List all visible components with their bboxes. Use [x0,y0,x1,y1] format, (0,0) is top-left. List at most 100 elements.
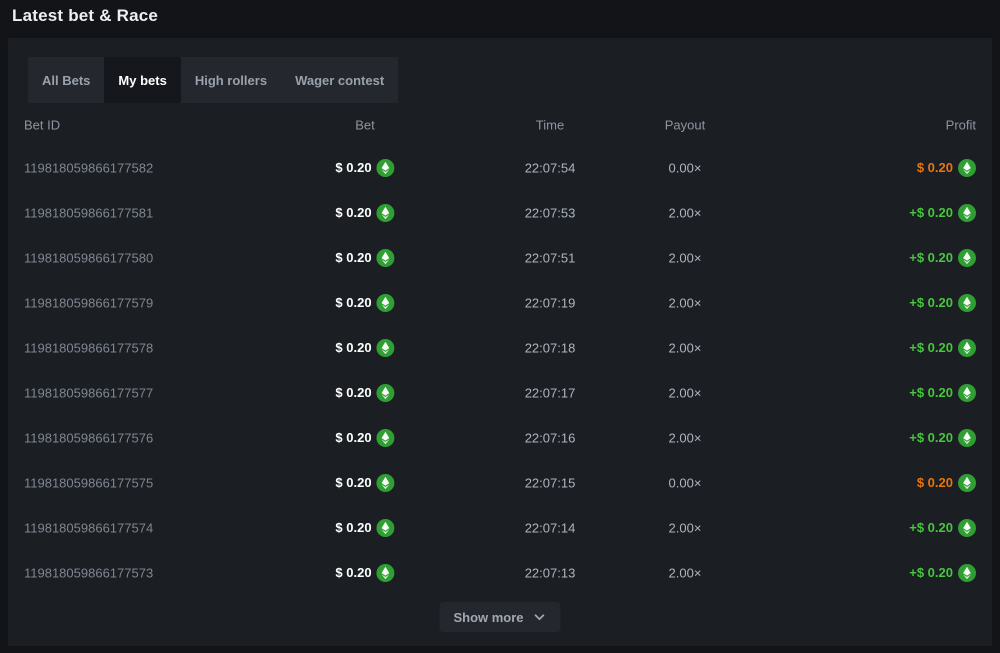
bet-time: 22:07:51 [525,250,576,265]
bet-amount-value: $ 0.20 [335,295,371,310]
table-row[interactable]: 119818059866177578 $ 0.20 22:07:18 2.00×… [24,325,976,370]
page-title: Latest bet & Race [12,6,158,26]
profit-value: +$ 0.20 [909,430,953,445]
eth-coin-icon [377,474,395,492]
eth-coin-icon [958,384,976,402]
bet-payout: 2.00× [669,565,702,580]
eth-coin-icon [377,564,395,582]
bet-profit-cell: +$ 0.20 [909,339,976,357]
bets-table: 119818059866177582 $ 0.20 22:07:54 0.00×… [24,145,976,595]
profit-value: +$ 0.20 [909,565,953,580]
bet-profit-cell: +$ 0.20 [909,564,976,582]
eth-coin-icon [377,204,395,222]
bet-payout: 0.00× [669,160,702,175]
bet-id-link[interactable]: 119818059866177575 [24,475,153,490]
bet-amount-cell: $ 0.20 [335,564,394,582]
eth-coin-icon [958,519,976,537]
eth-coin-icon [958,294,976,312]
bet-id-link[interactable]: 119818059866177579 [24,295,153,310]
tab-label: All Bets [42,73,90,88]
eth-coin-icon [958,474,976,492]
bet-payout: 2.00× [669,385,702,400]
eth-coin-icon [958,249,976,267]
show-more-button[interactable]: Show more [439,602,560,632]
bet-time: 22:07:13 [525,565,576,580]
bet-id-link[interactable]: 119818059866177581 [24,205,153,220]
tab-high-rollers[interactable]: High rollers [181,57,281,103]
profit-value: $ 0.20 [917,475,953,490]
bet-payout: 2.00× [669,205,702,220]
table-row[interactable]: 119818059866177581 $ 0.20 22:07:53 2.00×… [24,190,976,235]
bet-payout: 0.00× [669,475,702,490]
bet-id-link[interactable]: 119818059866177578 [24,340,153,355]
latest-bet-race-screen: { "title": "Latest bet & Race", "tabs": … [0,0,1000,653]
bet-amount-value: $ 0.20 [335,520,371,535]
header-profit: Profit [946,118,976,133]
eth-coin-icon [377,519,395,537]
bet-amount-cell: $ 0.20 [335,429,394,447]
profit-value: +$ 0.20 [909,385,953,400]
profit-value: +$ 0.20 [909,520,953,535]
bet-profit-cell: $ 0.20 [917,474,976,492]
bet-time: 22:07:53 [525,205,576,220]
profit-value: +$ 0.20 [909,205,953,220]
bet-amount-value: $ 0.20 [335,205,371,220]
tab-label: Wager contest [295,73,384,88]
tab-all-bets[interactable]: All Bets [28,57,104,103]
bet-time: 22:07:14 [525,520,576,535]
bet-time: 22:07:15 [525,475,576,490]
bet-profit-cell: +$ 0.20 [909,429,976,447]
bet-amount-cell: $ 0.20 [335,519,394,537]
table-row[interactable]: 119818059866177579 $ 0.20 22:07:19 2.00×… [24,280,976,325]
table-row[interactable]: 119818059866177575 $ 0.20 22:07:15 0.00×… [24,460,976,505]
table-row[interactable]: 119818059866177576 $ 0.20 22:07:16 2.00×… [24,415,976,460]
bet-id-link[interactable]: 119818059866177574 [24,520,153,535]
bet-amount-cell: $ 0.20 [335,204,394,222]
bet-id-link[interactable]: 119818059866177582 [24,160,153,175]
bet-payout: 2.00× [669,520,702,535]
eth-coin-icon [958,339,976,357]
bet-amount-cell: $ 0.20 [335,474,394,492]
bet-id-link[interactable]: 119818059866177573 [24,565,153,580]
bet-id-link[interactable]: 119818059866177580 [24,250,153,265]
bets-tab-bar: All Bets My bets High rollers Wager cont… [28,57,398,103]
table-row[interactable]: 119818059866177582 $ 0.20 22:07:54 0.00×… [24,145,976,190]
bet-profit-cell: +$ 0.20 [909,204,976,222]
header-time: Time [536,118,564,133]
tab-label: My bets [118,73,166,88]
bet-time: 22:07:17 [525,385,576,400]
bet-amount-cell: $ 0.20 [335,294,394,312]
bet-amount-cell: $ 0.20 [335,384,394,402]
bet-time: 22:07:18 [525,340,576,355]
eth-coin-icon [377,159,395,177]
bet-id-link[interactable]: 119818059866177577 [24,385,153,400]
bet-amount-cell: $ 0.20 [335,339,394,357]
bet-time: 22:07:19 [525,295,576,310]
bet-amount-value: $ 0.20 [335,565,371,580]
bet-profit-cell: +$ 0.20 [909,294,976,312]
table-row[interactable]: 119818059866177580 $ 0.20 22:07:51 2.00×… [24,235,976,280]
bet-time: 22:07:16 [525,430,576,445]
bet-time: 22:07:54 [525,160,576,175]
tab-wager-contest[interactable]: Wager contest [281,57,398,103]
bet-payout: 2.00× [669,295,702,310]
bets-panel: All Bets My bets High rollers Wager cont… [8,38,992,646]
eth-coin-icon [377,294,395,312]
eth-coin-icon [377,249,395,267]
table-row[interactable]: 119818059866177577 $ 0.20 22:07:17 2.00×… [24,370,976,415]
bet-payout: 2.00× [669,250,702,265]
bet-amount-value: $ 0.20 [335,430,371,445]
chevron-down-icon [533,610,547,624]
profit-value: +$ 0.20 [909,250,953,265]
profit-value: +$ 0.20 [909,340,953,355]
eth-coin-icon [377,339,395,357]
bet-profit-cell: +$ 0.20 [909,384,976,402]
table-row[interactable]: 119818059866177574 $ 0.20 22:07:14 2.00×… [24,505,976,550]
bet-profit-cell: +$ 0.20 [909,519,976,537]
tab-my-bets[interactable]: My bets [104,57,180,103]
show-more-label: Show more [453,610,523,625]
bet-payout: 2.00× [669,340,702,355]
bet-profit-cell: +$ 0.20 [909,249,976,267]
bet-id-link[interactable]: 119818059866177576 [24,430,153,445]
table-row[interactable]: 119818059866177573 $ 0.20 22:07:13 2.00×… [24,550,976,595]
